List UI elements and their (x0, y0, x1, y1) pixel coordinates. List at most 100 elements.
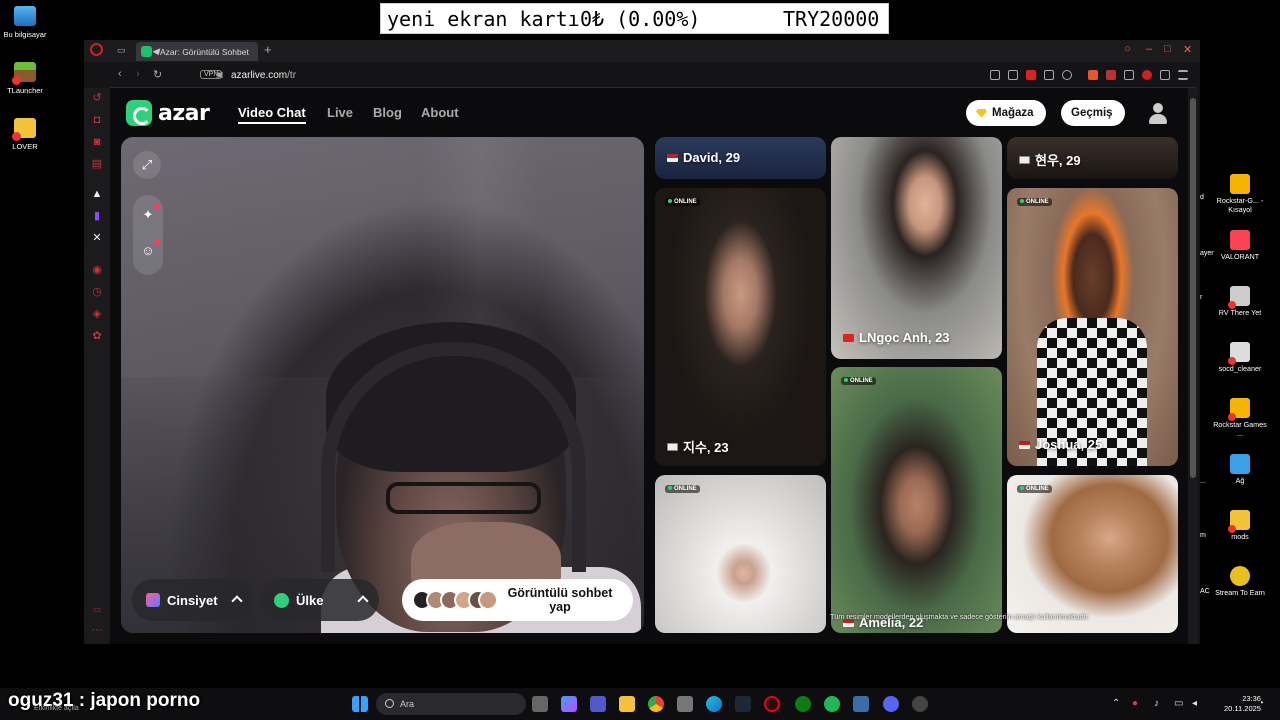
nav-live[interactable]: Live (327, 105, 353, 120)
back-icon[interactable]: ‹ (118, 68, 122, 80)
desktop-icon-rv-there-yet[interactable]: RV There Yet (1210, 286, 1270, 318)
history-button[interactable]: Geçmiş (1061, 100, 1125, 126)
sidebar-more-icon[interactable]: ··· (91, 624, 103, 636)
maximize-icon[interactable]: □ (1164, 43, 1171, 55)
error-overlay-icon (12, 132, 21, 141)
sidebar-x-icon[interactable]: ✕ (91, 232, 103, 244)
desktop-icon-stream-to-earn[interactable]: Stream To Earn (1210, 566, 1270, 598)
nav-video-chat[interactable]: Video Chat (238, 105, 306, 124)
account-icon[interactable] (1142, 70, 1152, 80)
tab-title: Azar: Görüntülü Sohbet (160, 46, 249, 57)
teams-icon[interactable] (590, 696, 606, 712)
store-icon[interactable] (677, 696, 693, 712)
minimize-icon[interactable]: – (1146, 43, 1152, 55)
taskbar-clock[interactable]: 23:36 20.11.2025 (1224, 694, 1261, 714)
desktop-icon-this-pc[interactable]: Bu bilgisayar (0, 6, 55, 39)
edge-icon[interactable] (706, 696, 722, 712)
tab-azar[interactable]: ◀ Azar: Görüntülü Sohbet (136, 42, 258, 61)
sidebar-shield-icon[interactable]: ◙ (91, 136, 103, 148)
desktop-icon-rockstar-games[interactable]: Rockstar Games ... (1210, 398, 1270, 438)
heart-icon[interactable] (1062, 70, 1072, 80)
opera-logo-icon[interactable] (90, 43, 103, 56)
sidebar-extra-icon[interactable]: ▭ (91, 604, 103, 616)
forward-icon[interactable]: › (136, 68, 140, 80)
microphone-icon[interactable]: ♪ (1154, 698, 1159, 709)
desktop-icon-network[interactable]: Ağ (1210, 454, 1270, 486)
extension-icon[interactable] (1088, 70, 1098, 80)
profile-card[interactable]: LNgọc Anh, 23 (831, 137, 1002, 359)
profile-card[interactable]: ONLINE (655, 475, 826, 633)
extension-icon-2[interactable] (1106, 70, 1116, 80)
country-filter-button[interactable]: Ülke (260, 579, 379, 621)
sidebar-cube-icon[interactable]: ◈ (91, 308, 103, 320)
opera-gx-icon[interactable] (764, 696, 780, 712)
desktop-icon-socd-cleaner[interactable]: socd_cleaner (1210, 342, 1270, 374)
close-icon[interactable]: ✕ (1183, 43, 1192, 56)
copilot-icon[interactable] (561, 696, 577, 712)
sidebar-bag-icon[interactable]: ◘ (91, 114, 103, 126)
spotify-icon[interactable] (824, 696, 840, 712)
network-tray-icon[interactable]: ▭ (1174, 698, 1183, 709)
file-explorer-icon[interactable] (619, 696, 635, 712)
sidebar-refresh-icon[interactable]: ↺ (91, 92, 103, 104)
taskbar-search[interactable]: Ara (376, 693, 526, 715)
sidebar-twitch-icon[interactable]: ▮ (91, 210, 103, 222)
chrome-icon[interactable] (648, 696, 664, 712)
discord-icon[interactable] (883, 696, 899, 712)
tray-app-icon[interactable]: ● (1132, 698, 1138, 709)
app-grid-icon[interactable] (853, 696, 869, 712)
puzzle-icon[interactable] (1124, 70, 1134, 80)
settings-icon[interactable] (912, 696, 928, 712)
store-button[interactable]: Mağaza (966, 100, 1046, 126)
face-filter-icon[interactable]: ☺ (140, 243, 156, 259)
profile-card[interactable]: ONLINE (1007, 475, 1178, 633)
url-path: /tr (287, 70, 297, 81)
network-icon (1230, 454, 1250, 474)
sidebar-chat-icon[interactable]: ▤ (91, 158, 103, 170)
expand-icon[interactable]: ⤢ (133, 151, 161, 179)
snapshot-icon[interactable] (1008, 70, 1018, 80)
shield-icon[interactable] (1026, 70, 1036, 80)
play-icon[interactable] (1044, 70, 1054, 80)
url-text[interactable]: azarlive.com/tr (231, 70, 296, 81)
search-icon[interactable]: ○ (1124, 43, 1131, 55)
start-video-chat-button[interactable]: Görüntülü sohbet yap (402, 579, 633, 621)
pin-icon[interactable] (990, 70, 1000, 80)
profile-card[interactable]: ONLINE 지수, 23 (655, 188, 826, 466)
task-view-icon[interactable] (532, 696, 548, 712)
notification-bell-icon[interactable]: ◔ (1258, 698, 1264, 709)
sidebar-ai-icon[interactable]: ▲ (91, 188, 103, 200)
profile-card[interactable]: ONLINE Joshua, 25 (1007, 188, 1178, 466)
profile-card[interactable]: 현우, 29 (1007, 137, 1178, 179)
profile-avatar-icon[interactable] (1146, 101, 1170, 125)
gender-filter-button[interactable]: Cinsiyet (132, 579, 253, 621)
xbox-icon[interactable] (795, 696, 811, 712)
speaker-icon[interactable]: ◀ (152, 46, 159, 57)
sidebar-settings-icon[interactable]: ✿ (91, 330, 103, 342)
profile-name: Joshua, 25 (1019, 437, 1102, 452)
profile-card[interactable]: David, 29 (655, 137, 826, 179)
desktop-icon-rockstar-shortcut[interactable]: Rockstar-G... - Kısayol (1210, 174, 1270, 214)
desktop-icon-valorant[interactable]: VALORANT (1210, 230, 1270, 262)
page-scrollbar[interactable] (1188, 88, 1198, 644)
profile-card[interactable]: ONLINE Amelia, 22 (831, 367, 1002, 633)
desktop-icon-lover[interactable]: LOVER (0, 118, 55, 151)
gamepad-icon[interactable]: ▭ (117, 45, 126, 56)
nav-blog[interactable]: Blog (373, 105, 402, 120)
menu-icon[interactable] (1178, 70, 1188, 80)
volume-icon[interactable]: ◂ (1192, 698, 1197, 709)
profile-name: 현우, 29 (1019, 150, 1081, 169)
start-windows-icon[interactable] (352, 696, 368, 712)
nav-about[interactable]: About (421, 105, 459, 120)
steam-icon[interactable] (735, 696, 751, 712)
desktop-icon-tlauncher[interactable]: TLauncher (0, 62, 55, 95)
sparkle-effect-icon[interactable]: ✦ (140, 207, 156, 223)
new-tab-plus-icon[interactable]: + (264, 42, 272, 57)
tray-chevron-icon[interactable]: ⌃ (1112, 698, 1120, 709)
azar-logo[interactable]: azar (126, 100, 210, 126)
sidebar-player-icon[interactable]: ◉ (91, 264, 103, 276)
reload-icon[interactable]: ↻ (153, 68, 162, 81)
download-icon[interactable] (1160, 70, 1170, 80)
sidebar-history-icon[interactable]: ◷ (91, 286, 103, 298)
desktop-icon-mods[interactable]: mods (1210, 510, 1270, 542)
